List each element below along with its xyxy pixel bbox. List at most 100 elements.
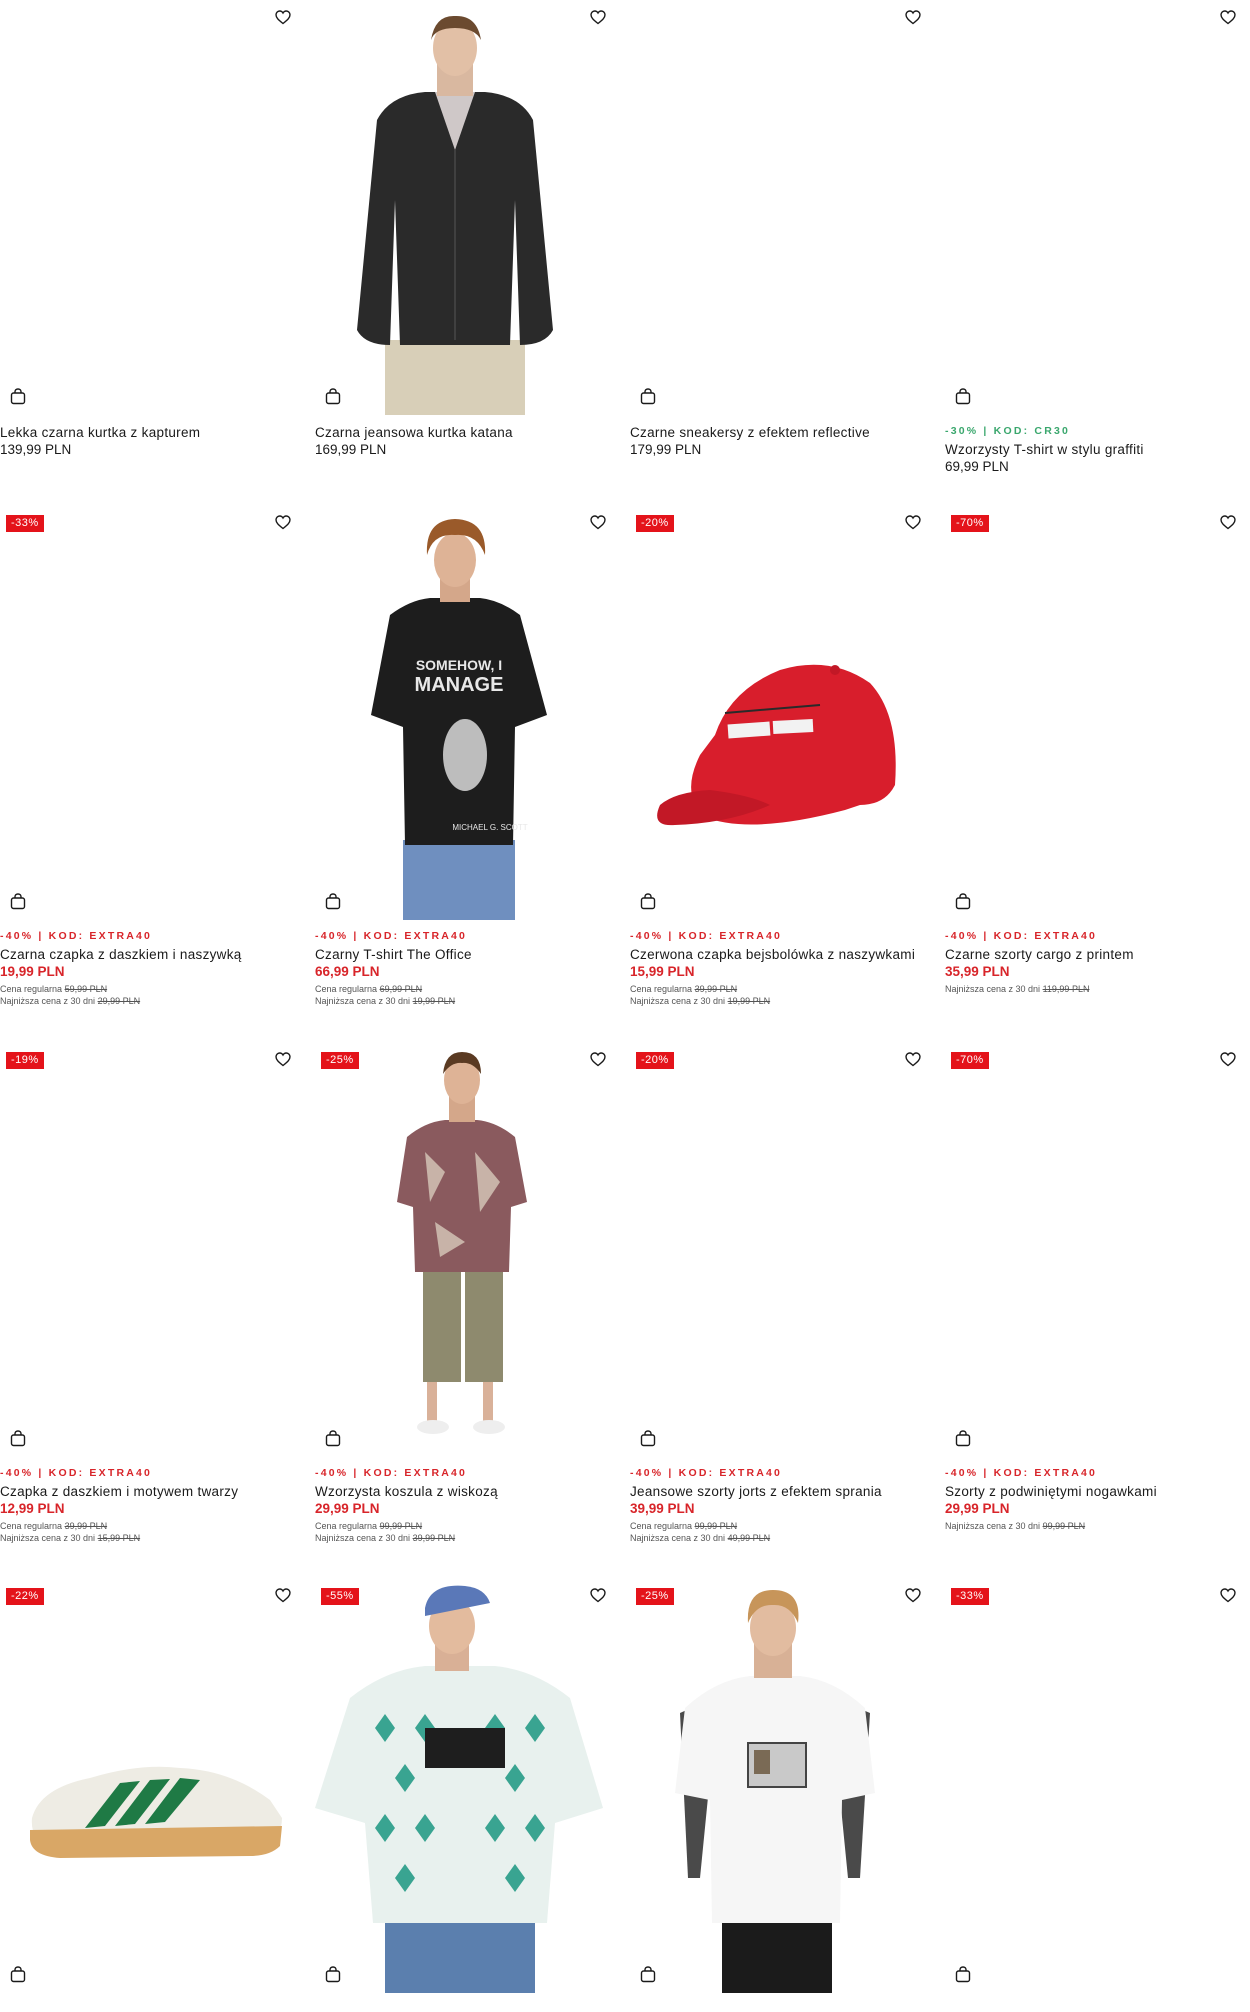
product-image[interactable]	[0, 0, 288, 415]
heart-icon[interactable]	[902, 511, 924, 533]
shopping-bag-icon[interactable]	[323, 891, 343, 911]
shopping-bag-icon[interactable]	[953, 1964, 973, 1984]
shopping-bag-icon[interactable]	[638, 386, 658, 406]
product-price: 19,99 PLN	[0, 964, 65, 979]
product-name[interactable]: Jeansowe szorty jorts z efektem sprania	[630, 1484, 882, 1499]
svg-text:MANAGE: MANAGE	[415, 674, 504, 696]
layered-tshirt-model-image	[675, 1590, 875, 1993]
product-name[interactable]: Czarny T-shirt The Office	[315, 947, 472, 962]
shopping-bag-icon[interactable]	[323, 1964, 343, 1984]
product-price: 35,99 PLN	[945, 964, 1010, 979]
patterned-shirt-model-image	[397, 1052, 527, 1434]
product-image[interactable]	[630, 505, 918, 920]
product-name[interactable]: Czarna jeansowa kurtka katana	[315, 425, 513, 440]
product-price: 66,99 PLN	[315, 964, 380, 979]
heart-icon[interactable]	[1217, 1584, 1239, 1606]
product-name[interactable]: Wzorzysty T-shirt w stylu graffiti	[945, 442, 1144, 457]
heart-icon[interactable]	[1217, 1048, 1239, 1070]
argyle-tshirt-model-image	[315, 1585, 603, 1993]
heart-icon[interactable]	[587, 6, 609, 28]
discount-badge: -19%	[6, 1052, 44, 1069]
shopping-bag-icon[interactable]	[953, 386, 973, 406]
product-image[interactable]	[315, 1042, 603, 1457]
product-image[interactable]: SOMEHOW, I MANAGE MICHAEL G. SCOTT	[315, 505, 603, 920]
heart-icon[interactable]	[587, 1048, 609, 1070]
product-price: 12,99 PLN	[0, 1501, 65, 1516]
heart-icon[interactable]	[272, 6, 294, 28]
product-image[interactable]	[945, 1578, 1233, 1993]
heart-icon[interactable]	[1217, 6, 1239, 28]
product-name[interactable]: Czarne szorty cargo z printem	[945, 947, 1134, 962]
shopping-bag-icon[interactable]	[638, 891, 658, 911]
product-name[interactable]: Czarna czapka z daszkiem i naszywką	[0, 947, 242, 962]
heart-icon[interactable]	[1217, 511, 1239, 533]
regular-price-info: Cena regularna 69,99 PLN	[315, 984, 423, 994]
product-price: 69,99 PLN	[945, 459, 1009, 474]
product-image[interactable]	[0, 1578, 288, 1993]
product-name[interactable]: Czarne sneakersy z efektem reflective	[630, 425, 870, 440]
product-name[interactable]: Czerwona czapka bejsbolówka z naszywkami	[630, 947, 915, 962]
lowest-price-info: Najniższa cena z 30 dni 99,99 PLN	[945, 1521, 1086, 1531]
shopping-bag-icon[interactable]	[8, 1428, 28, 1448]
promo-code-label: -40% | KOD: EXTRA40	[0, 930, 153, 942]
product-name[interactable]: Wzorzysta koszula z wiskozą	[315, 1484, 498, 1499]
lowest-price-info: Najniższa cena z 30 dni 19,99 PLN	[315, 996, 456, 1006]
lowest-price-info: Najniższa cena z 30 dni 49,99 PLN	[630, 1533, 771, 1543]
product-price: 139,99 PLN	[0, 442, 72, 457]
lowest-price-info: Najniższa cena z 30 dni 39,99 PLN	[315, 1533, 456, 1543]
product-image[interactable]	[630, 1042, 918, 1457]
product-image[interactable]	[945, 0, 1233, 415]
green-sneaker-image	[30, 1766, 283, 1858]
product-price: 29,99 PLN	[945, 1501, 1010, 1516]
heart-icon[interactable]	[587, 511, 609, 533]
shopping-bag-icon[interactable]	[638, 1964, 658, 1984]
product-image[interactable]	[945, 1042, 1233, 1457]
discount-badge: -20%	[636, 1052, 674, 1069]
lowest-price-info: Najniższa cena z 30 dni 119,99 PLN	[945, 984, 1090, 994]
heart-icon[interactable]	[587, 1584, 609, 1606]
product-name[interactable]: Szorty z podwiniętymi nogawkami	[945, 1484, 1157, 1499]
svg-text:MICHAEL G. SCOTT: MICHAEL G. SCOTT	[452, 823, 527, 832]
product-name[interactable]: Czapka z daszkiem i motywem twarzy	[0, 1484, 238, 1499]
shopping-bag-icon[interactable]	[638, 1428, 658, 1448]
heart-icon[interactable]	[902, 1584, 924, 1606]
promo-code-label: -40% | KOD: EXTRA40	[315, 930, 468, 942]
svg-text:SOMEHOW, I: SOMEHOW, I	[416, 657, 502, 673]
promo-code-label: -40% | KOD: EXTRA40	[0, 1467, 153, 1479]
shopping-bag-icon[interactable]	[323, 1428, 343, 1448]
shopping-bag-icon[interactable]	[8, 891, 28, 911]
product-price: 39,99 PLN	[630, 1501, 695, 1516]
red-cap-image	[657, 664, 896, 826]
product-price: 169,99 PLN	[315, 442, 387, 457]
discount-badge: -20%	[636, 515, 674, 532]
product-image[interactable]	[315, 0, 603, 415]
shopping-bag-icon[interactable]	[323, 386, 343, 406]
shopping-bag-icon[interactable]	[953, 891, 973, 911]
heart-icon[interactable]	[902, 6, 924, 28]
product-image[interactable]	[945, 505, 1233, 920]
regular-price-info: Cena regularna 39,99 PLN	[630, 984, 738, 994]
product-image[interactable]	[630, 0, 918, 415]
regular-price-info: Cena regularna 99,99 PLN	[630, 1521, 738, 1531]
promo-code-label: -40% | KOD: EXTRA40	[945, 1467, 1098, 1479]
product-price: 179,99 PLN	[630, 442, 702, 457]
tshirt-model-image: SOMEHOW, I MANAGE MICHAEL G. SCOTT	[371, 519, 547, 920]
discount-badge: -70%	[951, 1052, 989, 1069]
lowest-price-info: Najniższa cena z 30 dni 19,99 PLN	[630, 996, 771, 1006]
product-image[interactable]	[0, 505, 288, 920]
heart-icon[interactable]	[272, 1584, 294, 1606]
heart-icon[interactable]	[272, 511, 294, 533]
shopping-bag-icon[interactable]	[953, 1428, 973, 1448]
promo-code-label: -40% | KOD: EXTRA40	[630, 930, 783, 942]
heart-icon[interactable]	[272, 1048, 294, 1070]
product-name[interactable]: Lekka czarna kurtka z kapturem	[0, 425, 200, 440]
regular-price-info: Cena regularna 39,99 PLN	[0, 1521, 108, 1531]
product-image[interactable]	[630, 1578, 918, 1993]
lowest-price-info: Najniższa cena z 30 dni 29,99 PLN	[0, 996, 141, 1006]
shopping-bag-icon[interactable]	[8, 1964, 28, 1984]
heart-icon[interactable]	[902, 1048, 924, 1070]
product-image[interactable]	[0, 1042, 288, 1457]
promo-code-label: -30% | KOD: CR30	[945, 425, 1071, 437]
product-image[interactable]	[315, 1578, 603, 1993]
shopping-bag-icon[interactable]	[8, 386, 28, 406]
